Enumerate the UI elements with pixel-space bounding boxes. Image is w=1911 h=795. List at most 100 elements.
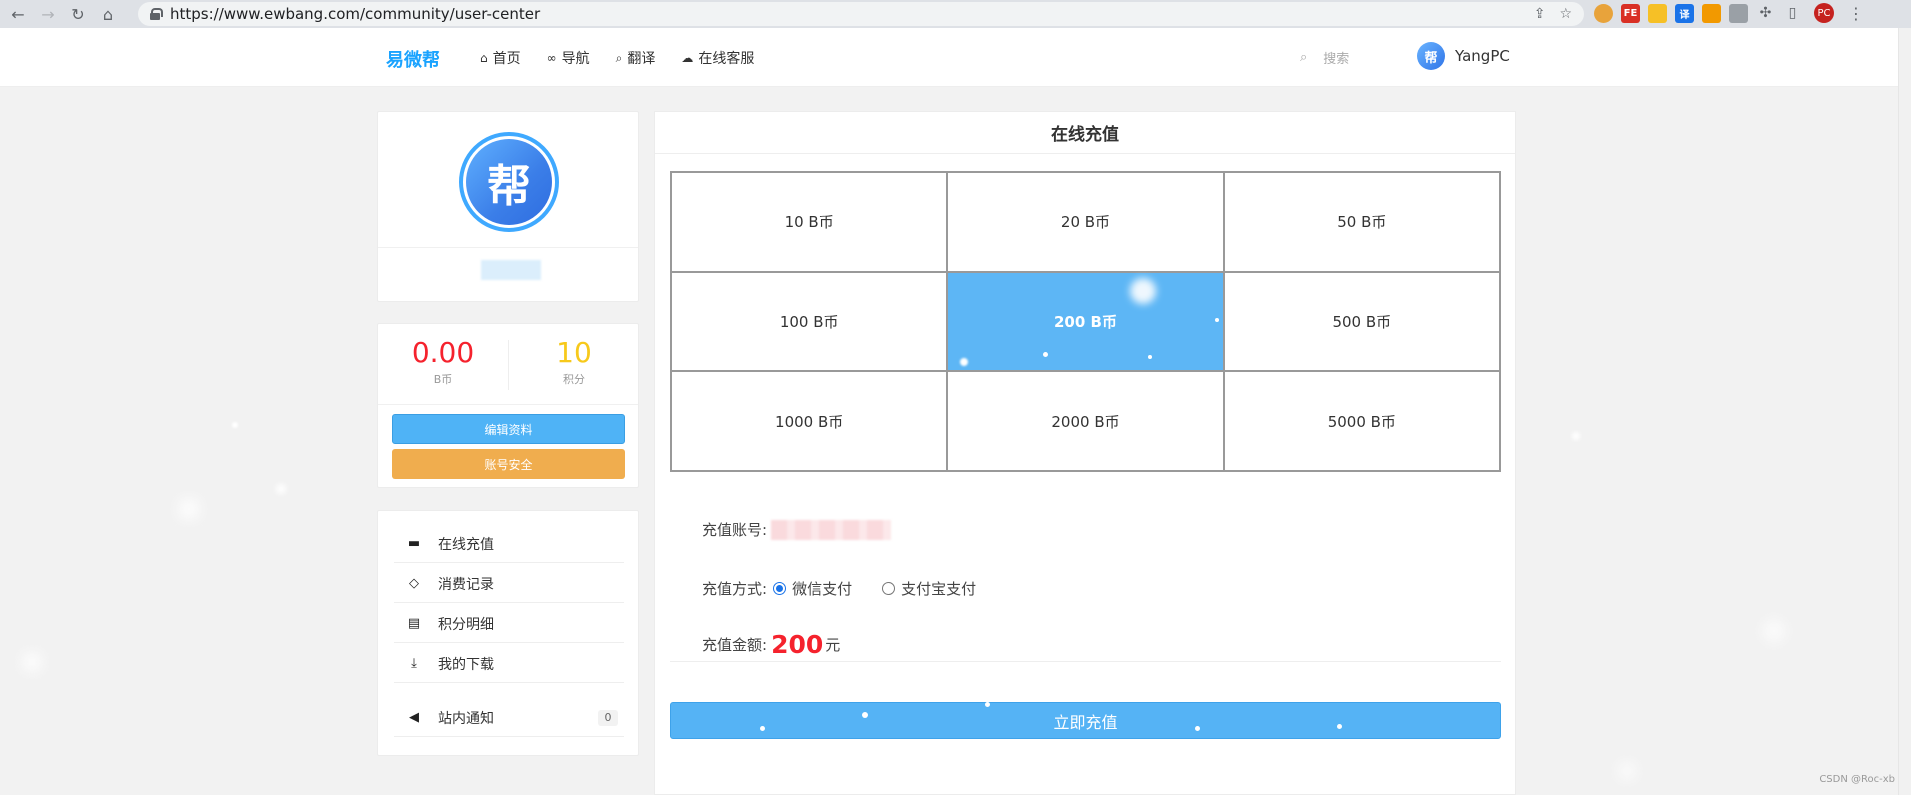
points-value: 10	[556, 336, 592, 369]
browser-toolbar: ← → ↻ ⌂ https://www.ewbang.com/community…	[0, 0, 1911, 28]
snow-particle	[178, 498, 200, 520]
wechat-pay-radio[interactable]	[773, 582, 787, 595]
nav-support[interactable]: ☁ 在线客服	[681, 48, 754, 68]
link-icon: ∞	[546, 51, 557, 65]
method-option-label: 支付宝支付	[901, 580, 977, 598]
url-text[interactable]: https://www.ewbang.com/community/user-ce…	[170, 5, 540, 23]
profile-avatar[interactable]: PC	[1814, 3, 1834, 23]
recharge-panel: 在线充值 10 B币 20 B币 50 B币 100 B币 200 B币 500…	[654, 111, 1516, 795]
amount-option[interactable]: 5000 B币	[1223, 371, 1500, 471]
cookie-extension-icon[interactable]	[1594, 3, 1613, 23]
site-logo[interactable]: 易微帮	[386, 46, 440, 72]
amount-label: 充值金额:	[702, 636, 768, 654]
top-navigation: ⌂ 首页 ∞ 导航 ⌕ 翻译 ☁ 在线客服	[480, 48, 754, 68]
user-menu-card: ▬ 在线充值 ◇ 消费记录 ▤ 积分明细 ⤓ 我的下载 ◀ 站内通知 0	[377, 510, 639, 756]
account-label: 充值账号:	[702, 521, 768, 539]
bcoin-stat: 0.00 B币	[378, 336, 508, 387]
masked-account	[771, 519, 892, 540]
menu-item-label: 积分明细	[438, 616, 494, 633]
search-icon: ⌕	[615, 50, 623, 65]
snow-particle	[1763, 620, 1785, 642]
amount-option[interactable]: 2000 B币	[947, 371, 1224, 471]
profile-card: 帮	[377, 111, 639, 302]
alipay-radio[interactable]	[882, 582, 896, 595]
bullhorn-icon: ◀	[409, 710, 419, 725]
page-title: 在线充值	[655, 112, 1515, 154]
search-input[interactable]: 搜索	[1323, 48, 1349, 67]
extensions-bar: FE 译 ✣ ▯ PC ⋮	[1594, 3, 1864, 23]
amount-row: 充值金额: 200 元	[702, 630, 840, 659]
nav-label: 在线客服	[698, 51, 755, 67]
page-scrollbar[interactable]	[1898, 28, 1911, 795]
more-menu-icon[interactable]: ⋮	[1848, 4, 1864, 23]
edit-profile-button[interactable]: 编辑资料	[392, 414, 625, 444]
amount-option[interactable]: 500 B币	[1223, 271, 1500, 372]
site-search[interactable]: ⌕ 搜索	[1300, 48, 1349, 67]
account-security-button[interactable]: 账号安全	[392, 449, 625, 479]
amount-option[interactable]: 20 B币	[947, 172, 1224, 272]
star-icon[interactable]: ☆	[1559, 6, 1572, 22]
user-avatar[interactable]: 帮	[1417, 42, 1445, 70]
bcoin-value: 0.00	[411, 336, 475, 369]
nav-translate[interactable]: ⌕ 翻译	[616, 48, 656, 68]
search-icon: ⌕	[1300, 50, 1308, 65]
amount-option[interactable]: 10 B币	[671, 172, 948, 272]
download-icon: ⤓	[411, 656, 417, 671]
nav-links[interactable]: ∞ 导航	[547, 48, 590, 68]
snow-particle	[22, 652, 42, 672]
diamond-icon: ◇	[409, 576, 419, 591]
menu-item-consumption[interactable]: ◇ 消费记录	[394, 565, 624, 603]
snow-particle	[1572, 432, 1580, 440]
nav-label: 首页	[492, 51, 521, 67]
method-row: 充值方式: 微信支付 支付宝支付	[702, 578, 1006, 599]
share-icon[interactable]: ⇪	[1534, 6, 1546, 22]
profile-avatar[interactable]: 帮	[459, 132, 559, 232]
points-stat: 10 积分	[509, 336, 639, 387]
menu-item-points[interactable]: ▤ 积分明细	[394, 605, 624, 643]
sidepanel-icon[interactable]: ▯	[1783, 4, 1802, 23]
menu-item-label: 在线充值	[438, 536, 494, 553]
method-label: 充值方式:	[702, 580, 768, 598]
menu-item-label: 消费记录	[438, 576, 494, 593]
balance-card: 0.00 B币 10 积分 编辑资料 账号安全	[377, 323, 639, 488]
user-menu[interactable]: 帮 YangPC	[1417, 42, 1510, 70]
reload-icon[interactable]: ↻	[66, 2, 90, 26]
amount-option[interactable]: 50 B币	[1223, 172, 1500, 272]
divider	[670, 661, 1501, 662]
snow-particle	[232, 422, 238, 428]
amount-value: 200	[771, 630, 824, 659]
qrcode-extension-icon[interactable]	[1702, 3, 1721, 23]
forward-icon[interactable]: →	[36, 2, 60, 26]
notification-count-badge: 0	[598, 709, 618, 726]
snow-particle	[1618, 762, 1636, 780]
file-icon: ▤	[407, 616, 421, 631]
site-header: 易微帮 ⌂ 首页 ∞ 导航 ⌕ 翻译 ☁ 在线客服 ⌕ 搜索 帮 YangPC	[0, 28, 1898, 87]
avatar-logo: 帮	[466, 139, 552, 225]
username[interactable]: YangPC	[1455, 47, 1510, 65]
menu-item-downloads[interactable]: ⤓ 我的下载	[394, 645, 624, 683]
amount-option[interactable]: 100 B币	[671, 271, 948, 372]
divider	[378, 404, 638, 405]
wechat-pay-option[interactable]: 微信支付	[773, 578, 852, 599]
recharge-submit-button[interactable]: 立即充值	[670, 702, 1501, 739]
amount-unit: 元	[825, 636, 841, 654]
divider	[378, 247, 638, 248]
menu-item-label: 我的下载	[438, 656, 494, 673]
puzzle-icon[interactable]: ✣	[1756, 4, 1775, 23]
menu-item-recharge[interactable]: ▬ 在线充值	[394, 525, 624, 563]
alipay-option[interactable]: 支付宝支付	[882, 578, 976, 599]
translate-extension-icon[interactable]: 译	[1675, 3, 1694, 23]
amount-option[interactable]: 1000 B币	[671, 371, 948, 471]
nav-home[interactable]: ⌂ 首页	[480, 48, 521, 68]
menu-item-notifications[interactable]: ◀ 站内通知 0	[394, 699, 624, 737]
image-extension-icon[interactable]	[1729, 3, 1748, 23]
address-bar[interactable]: https://www.ewbang.com/community/user-ce…	[138, 2, 1584, 26]
tool-extension-icon[interactable]	[1648, 3, 1667, 23]
masked-username	[481, 260, 541, 280]
home-icon[interactable]: ⌂	[96, 2, 120, 26]
fe-extension-icon[interactable]: FE	[1621, 3, 1640, 23]
amount-option-selected[interactable]: 200 B币	[947, 271, 1224, 372]
back-icon[interactable]: ←	[6, 2, 30, 26]
lock-icon	[150, 8, 163, 20]
chat-icon: ☁	[681, 51, 694, 65]
